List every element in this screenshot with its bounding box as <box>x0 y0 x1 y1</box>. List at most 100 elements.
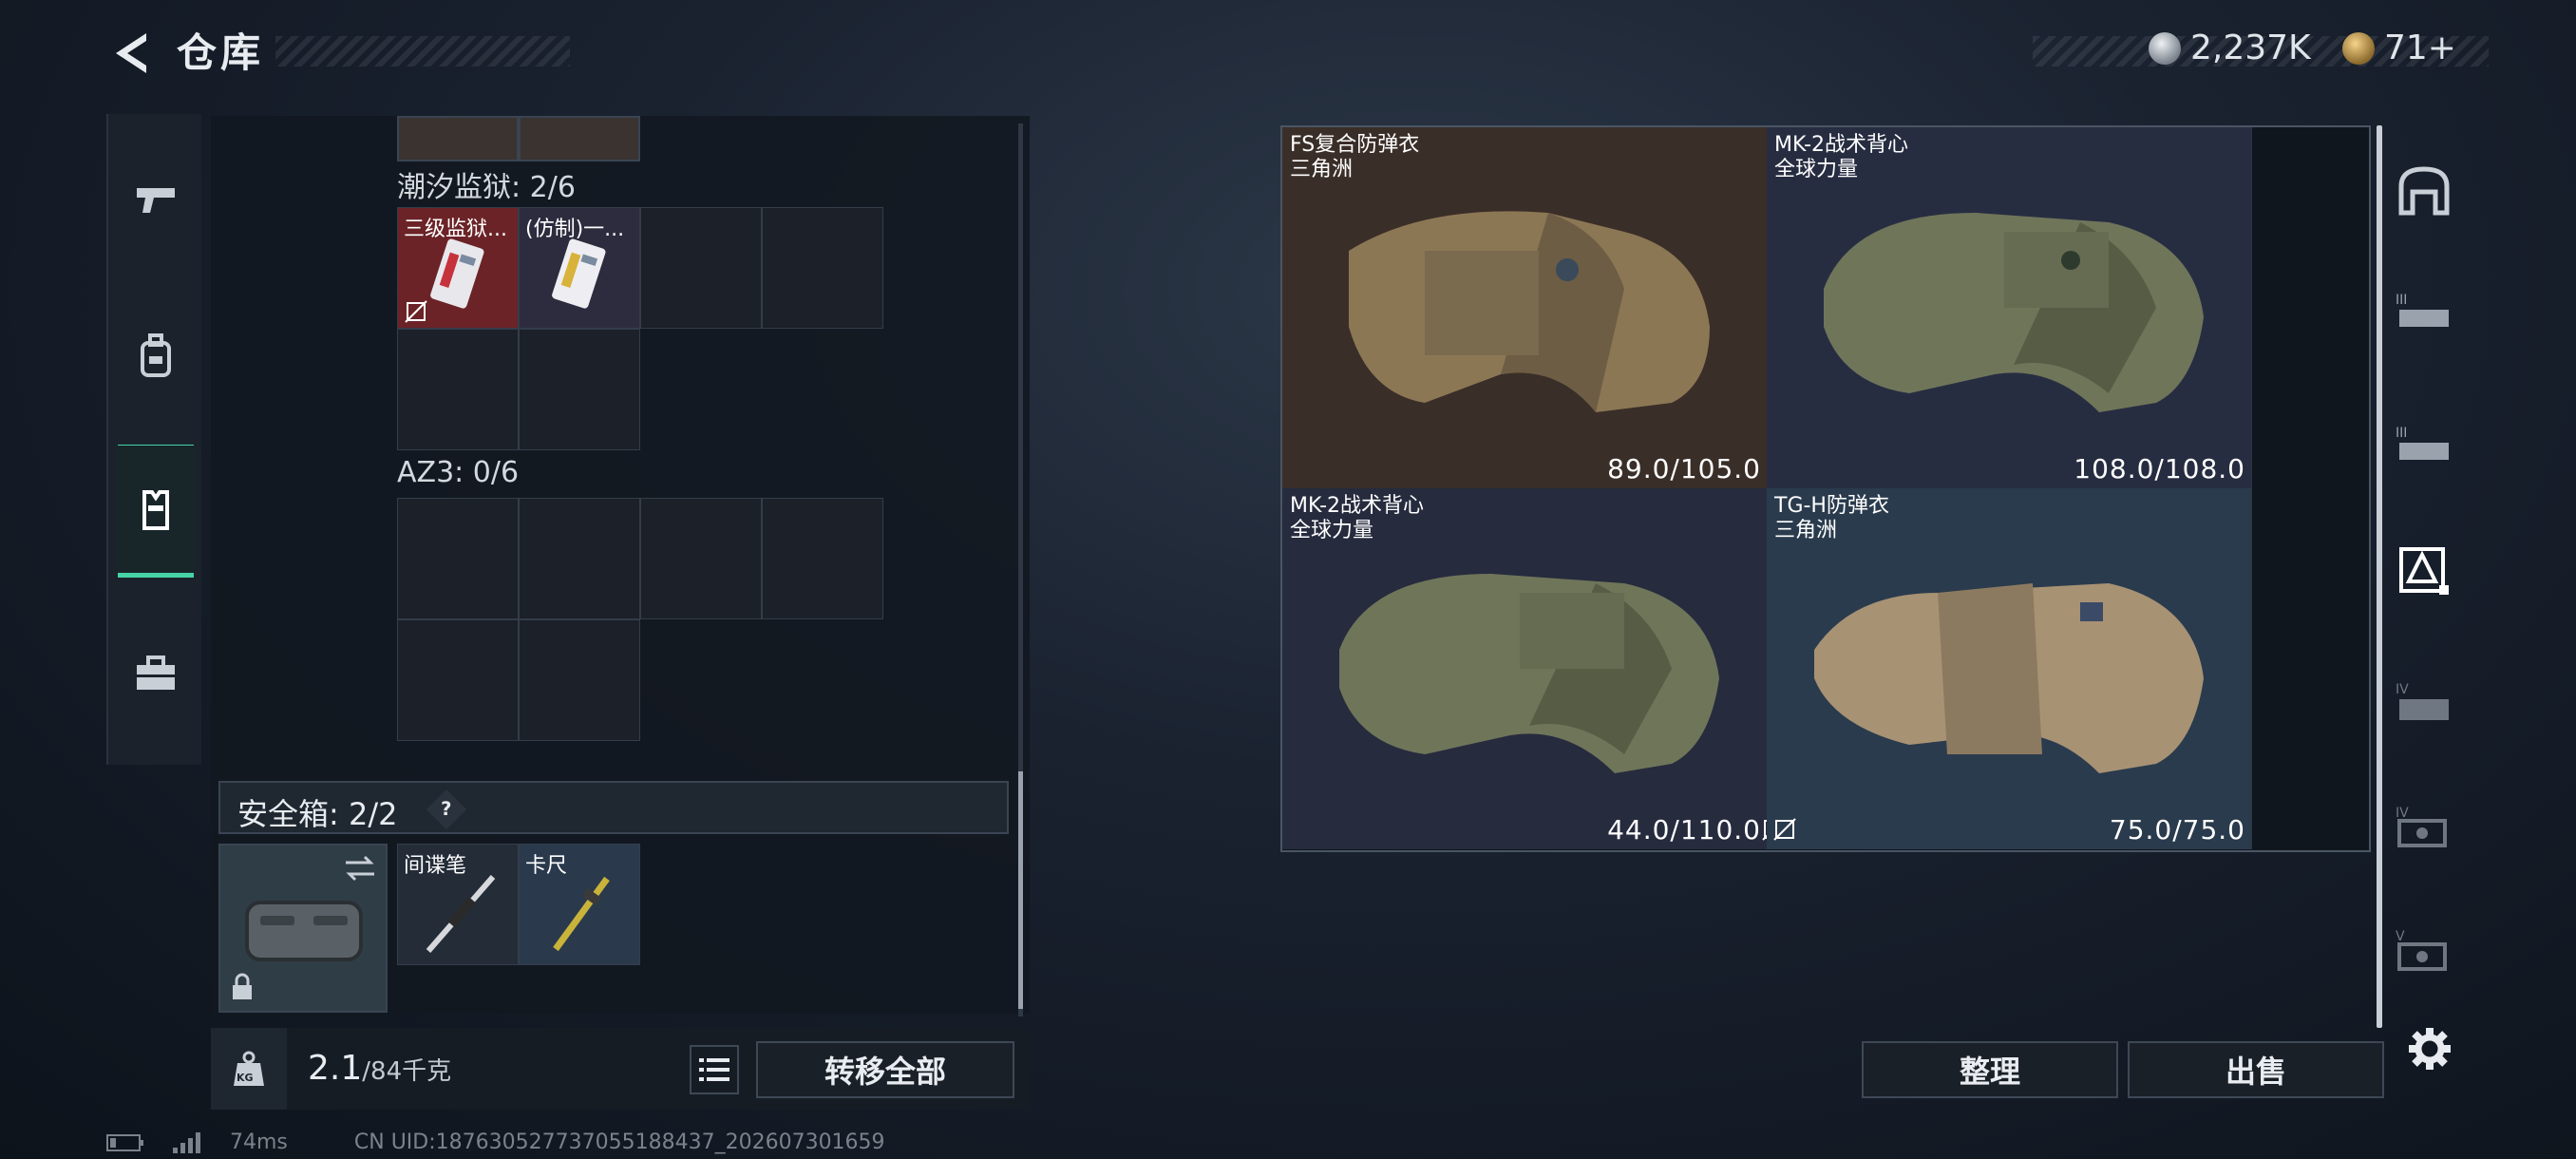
empty-slot[interactable] <box>397 329 519 450</box>
page-title: 仓库 <box>177 29 265 76</box>
item-card-spy-pen[interactable]: 间谍笔 <box>397 844 519 965</box>
safe-box-header: 安全箱: 2/2 ? <box>218 781 1009 834</box>
empty-slot[interactable] <box>519 619 640 741</box>
sell-button[interactable]: 出售 <box>2128 1041 2384 1098</box>
empty-column[interactable] <box>2251 127 2371 849</box>
item-name: MK-2战术背心 <box>1774 133 1909 157</box>
item-tile-tgh-armor[interactable]: TG-H防弹衣 三角洲 75.0/75.0 <box>1767 488 2251 849</box>
currency-silver-value: 2,237K <box>2190 28 2311 67</box>
safe-box-container[interactable] <box>218 844 388 1013</box>
nav-armor[interactable] <box>118 445 194 578</box>
nav-gear[interactable] <box>118 290 194 423</box>
empty-slot[interactable] <box>640 498 762 619</box>
item-slot-partial[interactable] <box>397 116 519 162</box>
warehouse-icon <box>2398 166 2450 216</box>
gear-icon <box>2409 1028 2451 1070</box>
list-view-button[interactable] <box>690 1045 739 1094</box>
nav-armor-storage[interactable] <box>2386 532 2462 608</box>
item-name: MK-2战术背心 <box>1290 494 1425 518</box>
empty-slot[interactable] <box>519 498 640 619</box>
swap-icon[interactable] <box>344 855 376 882</box>
pen-icon <box>426 875 496 953</box>
armor-vest-icon <box>1339 574 1719 773</box>
empty-slot[interactable] <box>519 329 640 450</box>
armor-vest-icon <box>1814 583 2204 773</box>
svg-text:V: V <box>2396 929 2405 944</box>
briefcase-icon <box>137 656 175 690</box>
list-icon <box>699 1058 729 1081</box>
uid-label: CN UID:18763052773705518843​7_2026073016… <box>353 1130 885 1154</box>
nav-level-3-box-b[interactable]: III <box>2386 408 2462 484</box>
crate-3-icon: III <box>2396 426 2449 460</box>
section-label: 潮汐监狱: 2/6 <box>397 171 576 204</box>
crate-4-icon: IV <box>2396 682 2449 720</box>
storage-category-nav: III III IV IV V <box>2382 152 2466 1007</box>
section-label: AZ3: 0/6 <box>397 456 520 489</box>
back-button[interactable] <box>103 27 160 80</box>
empty-slot[interactable] <box>397 619 519 741</box>
keycard-icon <box>552 238 606 309</box>
caliper-icon <box>553 876 610 952</box>
item-slot-partial[interactable] <box>519 116 640 162</box>
empty-slot[interactable] <box>762 498 883 619</box>
empty-slot[interactable] <box>397 498 519 619</box>
currency-gold-value: 71+ <box>2384 28 2456 67</box>
svg-text:IV: IV <box>2396 682 2409 697</box>
nav-weapons[interactable] <box>118 133 194 266</box>
weight-max: /84千克 <box>362 1057 452 1086</box>
item-durability: 44.0/110.0 <box>1607 814 1761 846</box>
backpack-icon <box>141 333 171 377</box>
safe-box-label: 安全箱: 2/2 <box>237 796 398 832</box>
item-card-caliper[interactable]: 卡尺 <box>519 844 640 965</box>
settings-button[interactable] <box>2403 1022 2456 1075</box>
grid-column-empty <box>2487 568 2488 569</box>
silver-coin-icon <box>2149 31 2181 65</box>
nav-level-4-box[interactable]: IV <box>2386 665 2462 741</box>
battery-icon <box>106 1133 143 1151</box>
armor-vest-icon <box>1349 211 1710 412</box>
nav-level-5-safe[interactable]: V <box>2386 912 2462 988</box>
sort-button[interactable]: 整理 <box>1862 1041 2118 1098</box>
svg-text:III: III <box>2396 426 2407 441</box>
item-tile-fs-armor[interactable]: FS复合防弹衣 三角洲 89.0/105.0 <box>1282 127 1767 488</box>
status-footer: 74ms CN UID:18763052773705518843​7_20260… <box>106 1130 885 1154</box>
item-card-keycard[interactable]: 三级监狱... <box>397 207 519 329</box>
crate-3-icon: III <box>2396 293 2449 327</box>
item-durability: 89.0/105.0 <box>1607 453 1761 484</box>
armor-storage-icon <box>2399 547 2449 595</box>
nav-level-3-box[interactable]: III <box>2386 276 2462 352</box>
nav-all-storage[interactable] <box>2386 152 2462 228</box>
item-durability: 108.0/108.0 <box>2074 453 2245 484</box>
weight-icon-box: KG <box>211 1028 287 1110</box>
item-tile-mk2-vest[interactable]: MK-2战术背心 全球力量 108.0/108.0 <box>1767 127 2251 488</box>
category-sidebar <box>106 114 201 765</box>
nav-level-4-safe[interactable]: IV <box>2386 788 2462 864</box>
title-stripe <box>275 36 570 66</box>
nav-supplies[interactable] <box>118 608 194 741</box>
item-tile-mk2-vest[interactable]: MK-2战术背心 全球力量 44.0/110.0 <box>1282 488 1767 849</box>
empty-slot[interactable] <box>762 207 883 329</box>
empty-slot[interactable] <box>640 207 762 329</box>
keycard-icon <box>430 238 484 309</box>
panel-scrollbar-thumb[interactable] <box>1018 771 1023 1009</box>
ping-label: 74ms <box>230 1130 288 1154</box>
weight-bar: KG 2.1 /84千克 转移全部 <box>211 1028 1030 1110</box>
svg-text:IV: IV <box>2396 806 2409 821</box>
weight-icon-label: KG <box>237 1072 254 1084</box>
vest-icon <box>142 490 169 530</box>
safe-case-icon <box>245 901 363 961</box>
item-card-keycard[interactable]: (仿制)一... <box>519 207 640 329</box>
no-insure-icon <box>1773 818 1796 841</box>
chevron-left-icon <box>116 33 146 73</box>
safe-4-icon: IV <box>2396 806 2447 847</box>
pistol-icon <box>137 188 175 213</box>
help-icon[interactable]: ? <box>426 788 467 830</box>
gold-coin-icon <box>2342 31 2375 65</box>
currency-gold[interactable]: 71+ <box>2342 28 2456 67</box>
transfer-all-button[interactable]: 转移全部 <box>756 1041 1014 1098</box>
item-durability: 75.0/75.0 <box>2109 814 2245 846</box>
weight-readout: 2.1 /84千克 <box>308 1049 451 1088</box>
help-icon-text: ? <box>441 798 452 821</box>
item-name: FS复合防弹衣 <box>1290 133 1420 157</box>
currency-silver: 2,237K <box>2149 28 2311 67</box>
